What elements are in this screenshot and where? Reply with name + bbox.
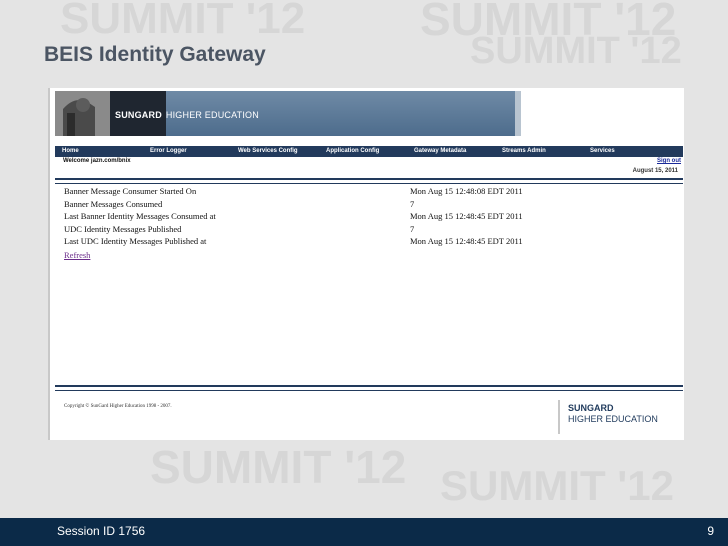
footer-brand-sub: HIGHER EDUCATION [568,414,658,424]
summit-watermark: SUMMIT '12 [470,30,682,72]
stat-value: 7 [410,198,415,209]
nav-home[interactable]: Home [55,146,143,157]
stat-label: Last Banner Identity Messages Consumed a… [64,211,216,221]
stat-value: Mon Aug 15 12:48:45 EDT 2011 [410,236,523,246]
stat-label: Last UDC Identity Messages Published at [64,236,207,246]
summit-watermark: SUMMIT '12 [60,0,306,43]
footer-brand-main: SUNGARD [568,403,614,413]
summit-watermark: SUMMIT '12 [150,441,407,493]
banner-logo: SUNGARD HIGHER EDUCATION [115,110,259,120]
app-screenshot: SUNGARD HIGHER EDUCATION Home Error Logge… [48,88,684,440]
banner-right-panel [515,91,683,136]
stats-table: Banner Message Consumer Started On Mon A… [64,186,674,249]
nav-services[interactable]: Services [583,146,683,157]
stat-value: Mon Aug 15 12:48:45 EDT 2011 [410,211,523,221]
stat-row: UDC Identity Messages Published 7 [64,224,674,237]
slide-title: BEIS Identity Gateway [44,43,266,66]
current-date: August 15, 2011 [632,168,678,174]
stat-label: Banner Message Consumer Started On [64,186,197,196]
app-banner: SUNGARD HIGHER EDUCATION [55,91,683,136]
summit-watermark: SUMMIT '12 [420,0,677,45]
stat-value: 7 [410,223,415,234]
stat-row: Last UDC Identity Messages Published at … [64,236,674,249]
nav-streams-admin[interactable]: Streams Admin [495,146,583,157]
nav-web-services-config[interactable]: Web Services Config [231,146,319,157]
stat-value: Mon Aug 15 12:48:08 EDT 2011 [410,186,523,196]
nav-gateway-metadata[interactable]: Gateway Metadata [407,146,495,157]
stat-label: UDC Identity Messages Published [64,223,182,234]
stat-row: Banner Messages Consumed 7 [64,199,674,212]
welcome-text: Welcome jazn.com/bnix [63,158,131,164]
banner-brand-main: SUNGARD [115,110,162,120]
welcome-row: Welcome jazn.com/bnix Sign out [55,158,683,168]
main-nav: Home Error Logger Web Services Config Ap… [55,146,683,157]
divider [55,178,683,184]
slide-footer-bar: Session ID 1756 9 [0,518,728,546]
summit-watermark: SUMMIT '12 [440,462,675,509]
nav-application-config[interactable]: Application Config [319,146,407,157]
banner-photo [55,91,110,136]
session-id: Session ID 1756 [57,524,146,538]
sign-out-link[interactable]: Sign out [657,158,681,164]
stat-row: Banner Message Consumer Started On Mon A… [64,186,674,199]
banner-brand-sub: HIGHER EDUCATION [165,110,259,120]
footer-logo: SUNGARD HIGHER EDUCATION [558,400,678,434]
copyright-text: Copyright © SunGard Higher Education 199… [64,404,172,409]
divider [55,385,683,391]
page-number: 9 [707,524,714,538]
nav-error-logger[interactable]: Error Logger [143,146,231,157]
stat-label: Banner Messages Consumed [64,198,163,209]
stat-row: Last Banner Identity Messages Consumed a… [64,211,674,224]
refresh-link[interactable]: Refresh [64,250,90,260]
